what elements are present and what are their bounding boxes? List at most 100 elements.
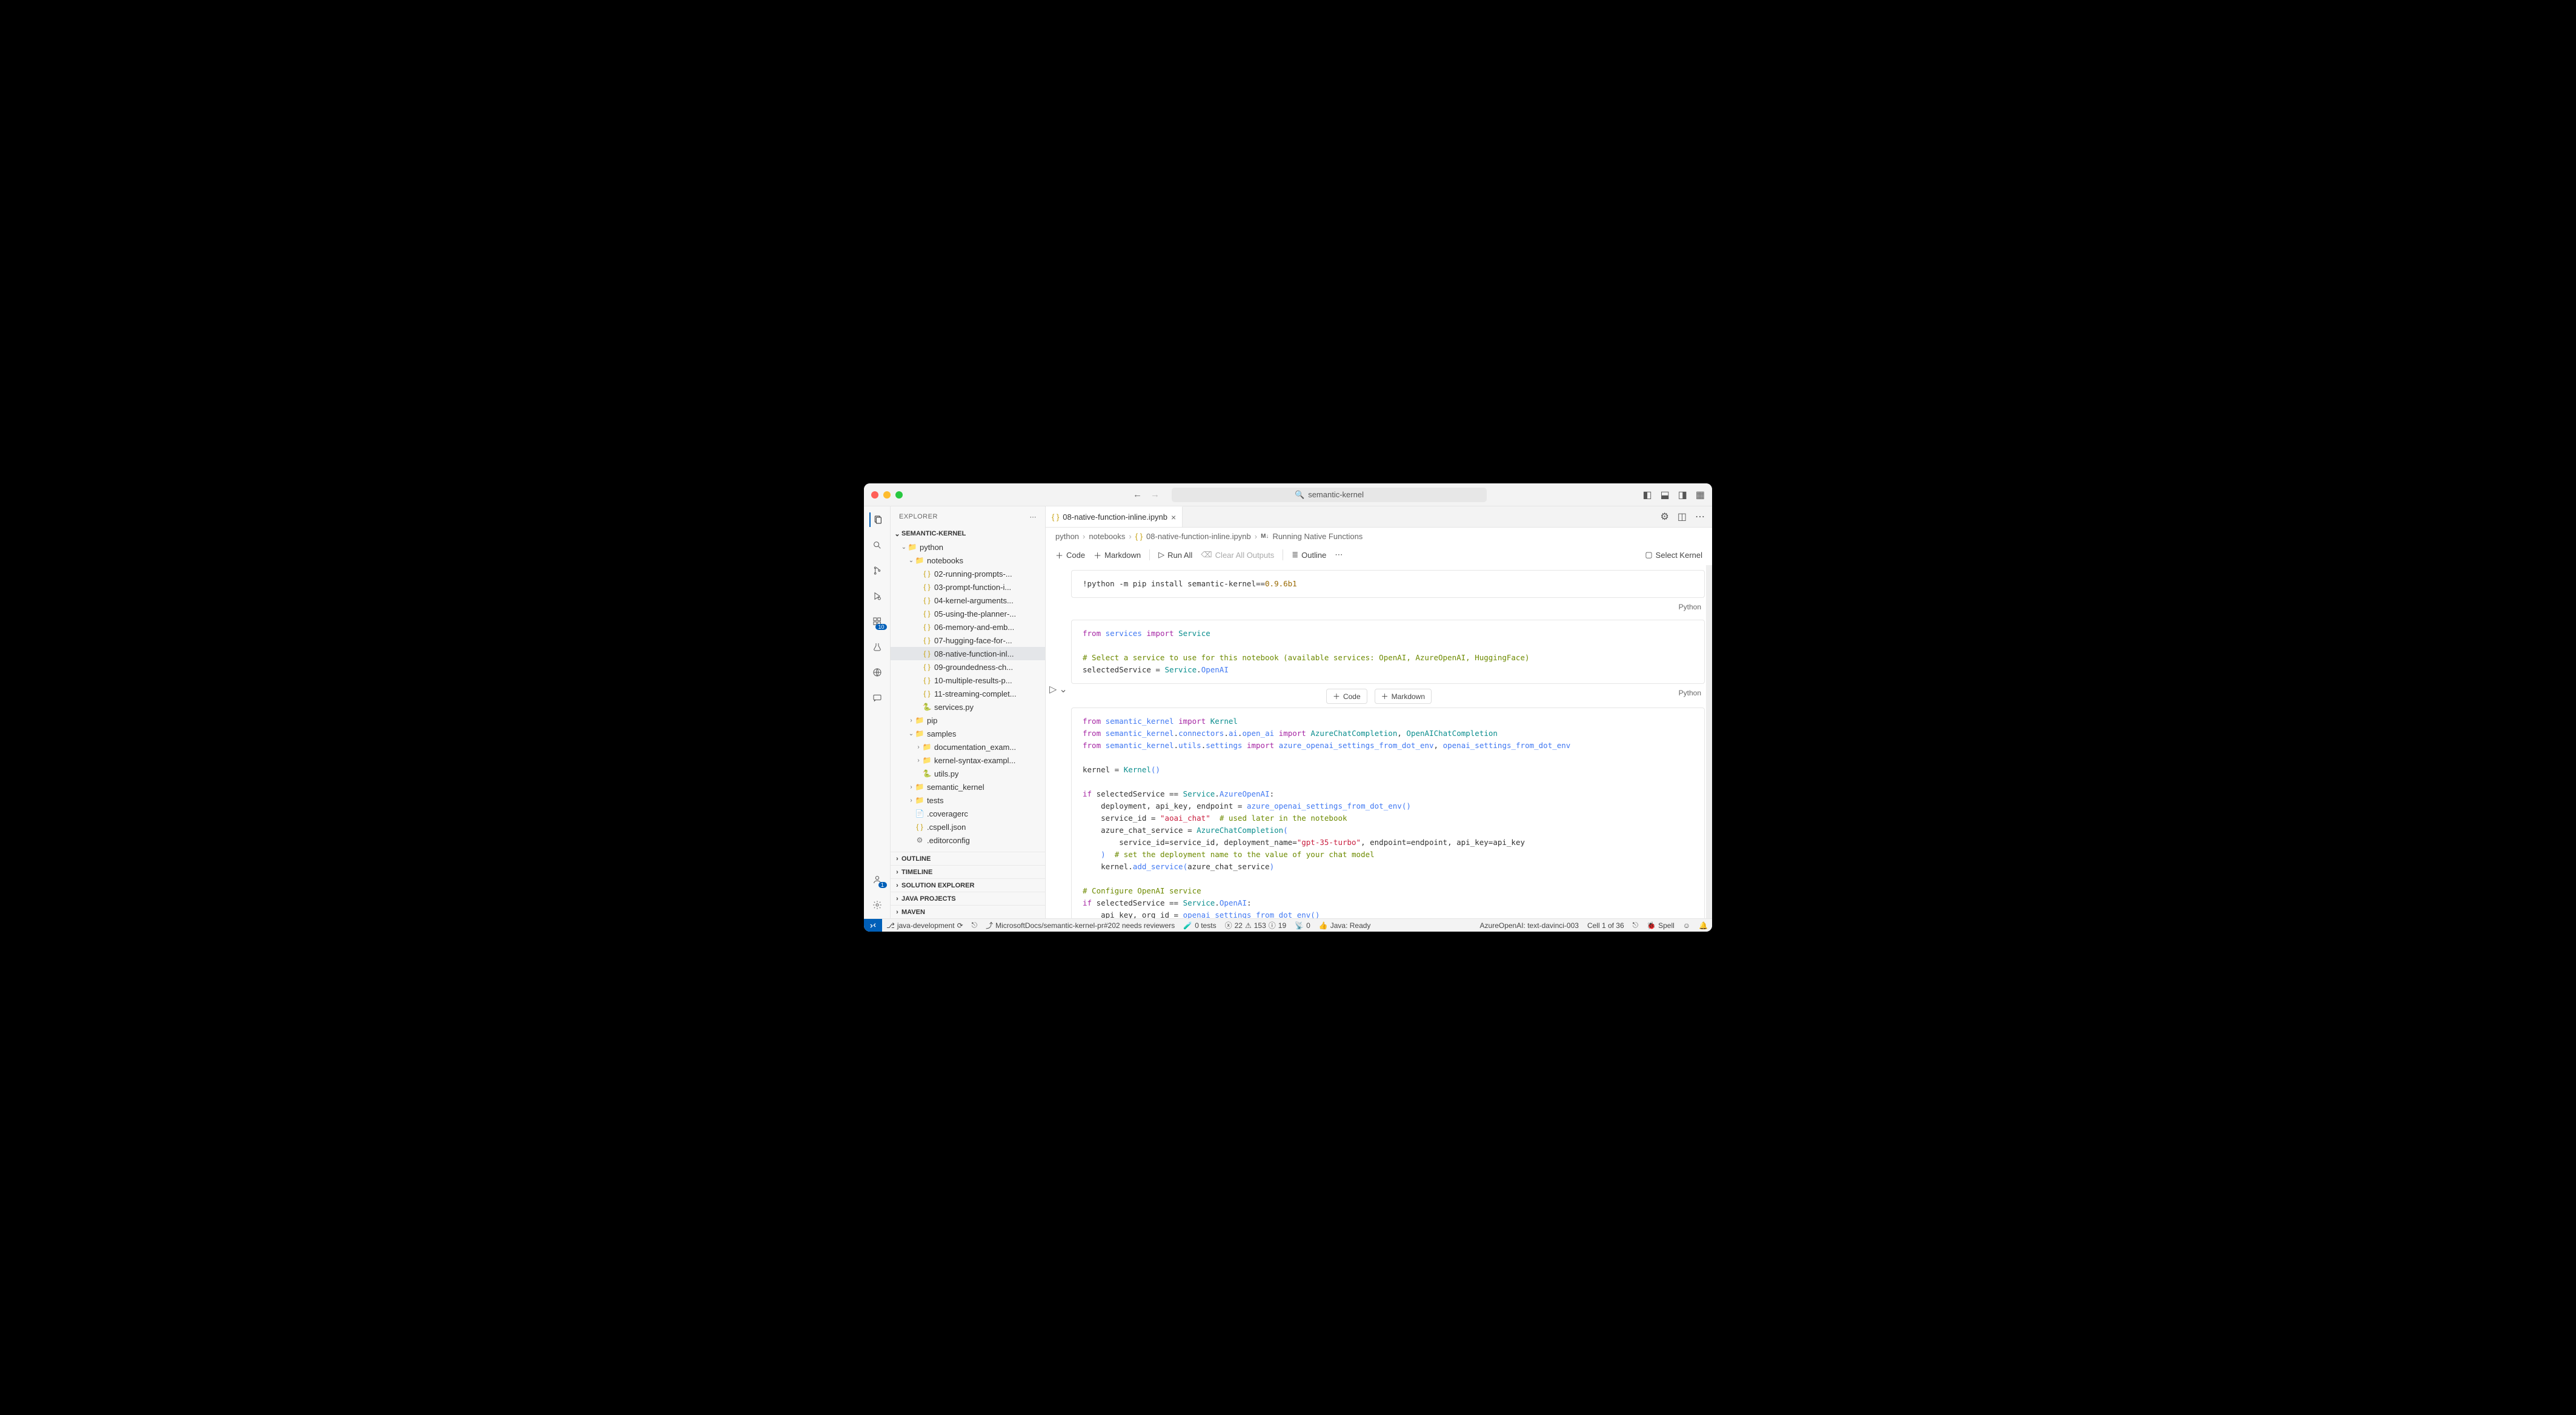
close-icon[interactable]: × xyxy=(1171,512,1176,522)
notebook-scroll[interactable]: !python -m pip install semantic-kernel==… xyxy=(1046,565,1712,918)
accounts-icon[interactable]: 1 xyxy=(870,872,885,887)
file-item[interactable]: 📄.coveragerc xyxy=(891,807,1045,820)
chevron-icon: › xyxy=(908,784,915,790)
run-debug-icon[interactable] xyxy=(870,589,885,603)
clear-outputs-button[interactable]: ⌫Clear All Outputs xyxy=(1201,550,1274,560)
select-kernel-button[interactable]: ▢Select Kernel xyxy=(1645,550,1702,560)
file-icon: { } xyxy=(922,596,932,605)
feedback-icon[interactable]: ☺ xyxy=(1679,921,1695,930)
code-cell[interactable]: !python -m pip install semantic-kernel==… xyxy=(1071,570,1705,598)
more-actions-icon[interactable]: ⋯ xyxy=(1695,511,1705,523)
nav-back-icon[interactable]: ← xyxy=(1133,489,1142,500)
explorer-actions-icon[interactable]: ⋯ xyxy=(1030,513,1037,521)
add-markdown-button[interactable]: ＋Markdown xyxy=(1094,549,1141,561)
file-item[interactable]: { }06-memory-and-emb... xyxy=(891,620,1045,634)
file-item[interactable]: { }03-prompt-function-i... xyxy=(891,580,1045,594)
folder-item[interactable]: ›📁pip xyxy=(891,714,1045,727)
scm-icon[interactable] xyxy=(870,563,885,578)
code-cell[interactable]: from services import Service # Select a … xyxy=(1071,620,1705,684)
run-cell-icon[interactable]: ▷ xyxy=(1049,683,1057,695)
problems-status[interactable]: ⓧ22 ⚠153 ⓘ19 xyxy=(1221,920,1291,930)
panel-right-icon[interactable]: ◨ xyxy=(1678,489,1687,501)
sync-icon[interactable]: ⟳ xyxy=(957,921,963,930)
breadcrumb[interactable]: python › notebooks › { } 08-native-funct… xyxy=(1046,528,1712,545)
minimap[interactable] xyxy=(1706,565,1712,918)
collapsed-section[interactable]: ›MAVEN xyxy=(891,905,1045,918)
nav-arrows: ← → xyxy=(1133,489,1160,500)
zoom-window[interactable] xyxy=(895,491,903,499)
file-item[interactable]: { }04-kernel-arguments... xyxy=(891,594,1045,607)
file-item[interactable]: { }.cspell.json xyxy=(891,820,1045,833)
file-item[interactable]: 🐍utils.py xyxy=(891,767,1045,780)
collapsed-section[interactable]: ›JAVA PROJECTS xyxy=(891,892,1045,905)
spell-status[interactable]: 🐞Spell xyxy=(1642,921,1679,930)
file-item[interactable]: { }05-using-the-planner-... xyxy=(891,607,1045,620)
search-activity-icon[interactable] xyxy=(870,538,885,552)
remote-explorer-icon[interactable] xyxy=(870,665,885,680)
more-icon[interactable]: ⋯ xyxy=(1335,550,1343,560)
breadcrumb-seg[interactable]: notebooks xyxy=(1089,532,1125,541)
file-item[interactable]: { }08-native-function-inl... xyxy=(891,647,1045,660)
chevron-right-icon: › xyxy=(893,909,901,916)
java-status[interactable]: 👍Java: Ready xyxy=(1315,921,1375,930)
breadcrumb-seg[interactable]: Running Native Functions xyxy=(1272,532,1363,541)
file-label: samples xyxy=(927,729,956,738)
tab-settings-icon[interactable]: ⚙ xyxy=(1661,511,1669,523)
file-item[interactable]: { }11-streaming-complet... xyxy=(891,687,1045,700)
remote-indicator[interactable] xyxy=(864,919,882,932)
panel-bottom-icon[interactable]: ⬓ xyxy=(1661,489,1670,501)
tests-status[interactable]: 🧪0 tests xyxy=(1179,921,1220,930)
chevron-icon: › xyxy=(915,744,922,751)
copilot-icon[interactable]: ⎋ xyxy=(1628,921,1643,930)
branch-status[interactable]: ⎇java-development⟳ xyxy=(882,921,968,930)
settings-gear-icon[interactable] xyxy=(870,898,885,912)
insert-markdown-button[interactable]: ＋Markdown xyxy=(1375,689,1432,704)
collapsed-section[interactable]: ›TIMELINE xyxy=(891,865,1045,878)
panel-left-icon[interactable]: ◧ xyxy=(1643,489,1652,501)
extensions-icon[interactable]: 10 xyxy=(870,614,885,629)
json-icon: { } xyxy=(1135,532,1143,541)
root-folder-header[interactable]: ⌄ SEMANTIC-KERNEL xyxy=(891,527,1045,540)
file-item[interactable]: { }09-groundedness-ch... xyxy=(891,660,1045,674)
folder-item[interactable]: ⌄📁python xyxy=(891,540,1045,554)
tab-open-file[interactable]: { } 08-native-function-inline.ipynb × xyxy=(1046,506,1183,527)
copilot-status-icon[interactable]: ⎋ xyxy=(968,921,982,930)
chevron-down-icon[interactable]: ⌄ xyxy=(1059,683,1067,695)
folder-item[interactable]: ›📁semantic_kernel xyxy=(891,780,1045,794)
collapsed-section[interactable]: ›OUTLINE xyxy=(891,852,1045,865)
file-item[interactable]: 🐍services.py xyxy=(891,700,1045,714)
file-label: semantic_kernel xyxy=(927,783,984,792)
folder-item[interactable]: ⌄📁notebooks xyxy=(891,554,1045,567)
explorer-icon[interactable] xyxy=(869,512,884,527)
ports-status[interactable]: 📡0 xyxy=(1290,921,1315,930)
minimize-window[interactable] xyxy=(883,491,891,499)
folder-item[interactable]: ⌄📁samples xyxy=(891,727,1045,740)
code-cell[interactable]: from semantic_kernel import Kernel from … xyxy=(1071,708,1705,918)
folder-item[interactable]: ›📁tests xyxy=(891,794,1045,807)
add-code-button[interactable]: ＋Code xyxy=(1055,549,1085,561)
pr-status[interactable]: ⤴MicrosoftDocs/semantic-kernel-pr#202 ne… xyxy=(981,920,1179,930)
file-item[interactable]: { }10-multiple-results-p... xyxy=(891,674,1045,687)
cell-language[interactable]: Python xyxy=(1053,600,1705,620)
insert-code-button[interactable]: ＋Code xyxy=(1326,689,1367,704)
chat-icon[interactable] xyxy=(870,691,885,705)
command-center[interactable]: 🔍 semantic-kernel xyxy=(1172,488,1487,502)
split-editor-icon[interactable]: ◫ xyxy=(1678,511,1687,523)
file-item[interactable]: ⚙.editorconfig xyxy=(891,833,1045,847)
collapsed-section[interactable]: ›SOLUTION EXPLORER xyxy=(891,878,1045,892)
bell-icon[interactable]: 🔔 xyxy=(1695,921,1712,930)
file-item[interactable]: { }02-running-prompts-... xyxy=(891,567,1045,580)
folder-item[interactable]: ›📁kernel-syntax-exampl... xyxy=(891,754,1045,767)
layout-icon[interactable]: ▦ xyxy=(1696,489,1705,501)
breadcrumb-seg[interactable]: 08-native-function-inline.ipynb xyxy=(1146,532,1251,541)
outline-button[interactable]: ≣Outline xyxy=(1292,550,1326,560)
folder-item[interactable]: ›📁documentation_exam... xyxy=(891,740,1045,754)
close-window[interactable] xyxy=(871,491,878,499)
file-label: 07-hugging-face-for-... xyxy=(934,636,1012,645)
breadcrumb-seg[interactable]: python xyxy=(1055,532,1079,541)
run-all-button[interactable]: ▷Run All xyxy=(1158,550,1192,560)
testing-icon[interactable] xyxy=(870,640,885,654)
model-status[interactable]: AzureOpenAI: text-davinci-003 xyxy=(1476,921,1583,930)
cell-position-status[interactable]: Cell 1 of 36 xyxy=(1583,921,1628,930)
file-item[interactable]: { }07-hugging-face-for-... xyxy=(891,634,1045,647)
